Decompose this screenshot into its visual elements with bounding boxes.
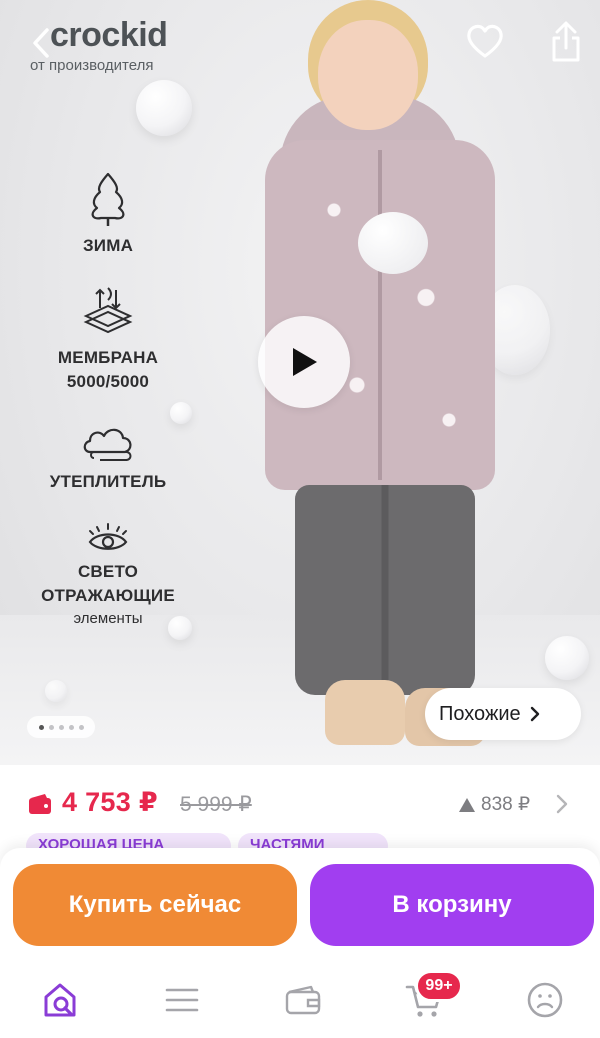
- wallet-icon: [29, 794, 51, 814]
- share-icon: [552, 21, 580, 62]
- membrane-icon: [83, 287, 133, 334]
- heart-icon: [467, 24, 503, 58]
- chevron-right-icon[interactable]: [555, 793, 569, 815]
- held-snowball: [358, 212, 428, 274]
- feature-title: МЕМБРАНА: [57, 348, 159, 367]
- pagination-dot: [48, 724, 54, 730]
- current-price: 4 753 ₽: [62, 787, 158, 817]
- add-to-cart-button[interactable]: В корзину: [310, 864, 594, 946]
- snowball-decoration: [136, 80, 192, 136]
- product-screen: crockid от производителя ЗИМА МЕМБРАНА 5…: [0, 0, 600, 1038]
- play-video-button[interactable]: [258, 316, 350, 408]
- pants: [295, 485, 475, 695]
- feature-title-2: ОТРАЖАЮЩИЕ: [41, 586, 175, 605]
- nav-home[interactable]: [39, 980, 83, 1020]
- chevron-left-icon: [33, 28, 49, 58]
- feature-insulation: УТЕПЛИТЕЛЬ: [22, 422, 194, 494]
- pagination-dot: [78, 724, 84, 730]
- share-button[interactable]: [546, 20, 586, 64]
- product-features: ЗИМА МЕМБРАНА 5000/5000 УТЕПЛИТЕЛЬ СВЕТО…: [22, 170, 194, 658]
- nav-profile[interactable]: [523, 980, 567, 1020]
- chevron-right-icon: [530, 706, 539, 722]
- similar-products-button[interactable]: Похожие: [425, 688, 581, 740]
- favorite-button[interactable]: [465, 22, 505, 62]
- pagination-dot: [38, 724, 44, 730]
- feature-title: ЗИМА: [82, 236, 134, 255]
- bonus-points[interactable]: 838 ₽: [458, 793, 530, 816]
- model-face: [318, 20, 418, 130]
- snow-tree-icon: [91, 172, 125, 226]
- snowball-decoration: [45, 680, 67, 702]
- feature-winter: ЗИМА: [22, 170, 194, 258]
- feature-membrane: МЕМБРАНА 5000/5000: [22, 286, 194, 394]
- bonus-points-value: 838 ₽: [481, 794, 531, 815]
- pagination-dot: [58, 724, 64, 730]
- similar-label: Похожие: [439, 702, 521, 725]
- snowball-decoration: [545, 636, 589, 680]
- gallery-pagination: [27, 716, 95, 738]
- old-price: 5 999 ₽: [180, 793, 252, 816]
- home-search-icon: [44, 983, 76, 1017]
- feature-title: УТЕПЛИТЕЛЬ: [49, 472, 167, 491]
- feature-value: 5000/5000: [66, 372, 150, 391]
- cloud-insulation-icon: [83, 428, 132, 461]
- cart-count-badge: 99+: [415, 970, 463, 1002]
- menu-icon: [165, 988, 199, 1012]
- feature-subtitle: элементы: [73, 610, 143, 627]
- profile-icon: [527, 982, 563, 1018]
- jacket-zipper: [378, 150, 382, 480]
- nav-wallet[interactable]: [281, 980, 325, 1020]
- feature-reflective: СВЕТО ОТРАЖАЮЩИЕ элементы: [22, 522, 194, 630]
- eye-icon: [88, 523, 128, 550]
- wallet-icon: [285, 985, 321, 1015]
- play-icon: [293, 348, 317, 376]
- triangle-up-icon: [459, 797, 475, 812]
- back-button[interactable]: [26, 26, 56, 60]
- buy-now-button[interactable]: Купить сейчас: [13, 864, 297, 946]
- boot-left: [325, 680, 405, 745]
- pagination-dot: [68, 724, 74, 730]
- nav-catalog[interactable]: [160, 980, 204, 1020]
- feature-title: СВЕТО: [77, 562, 139, 581]
